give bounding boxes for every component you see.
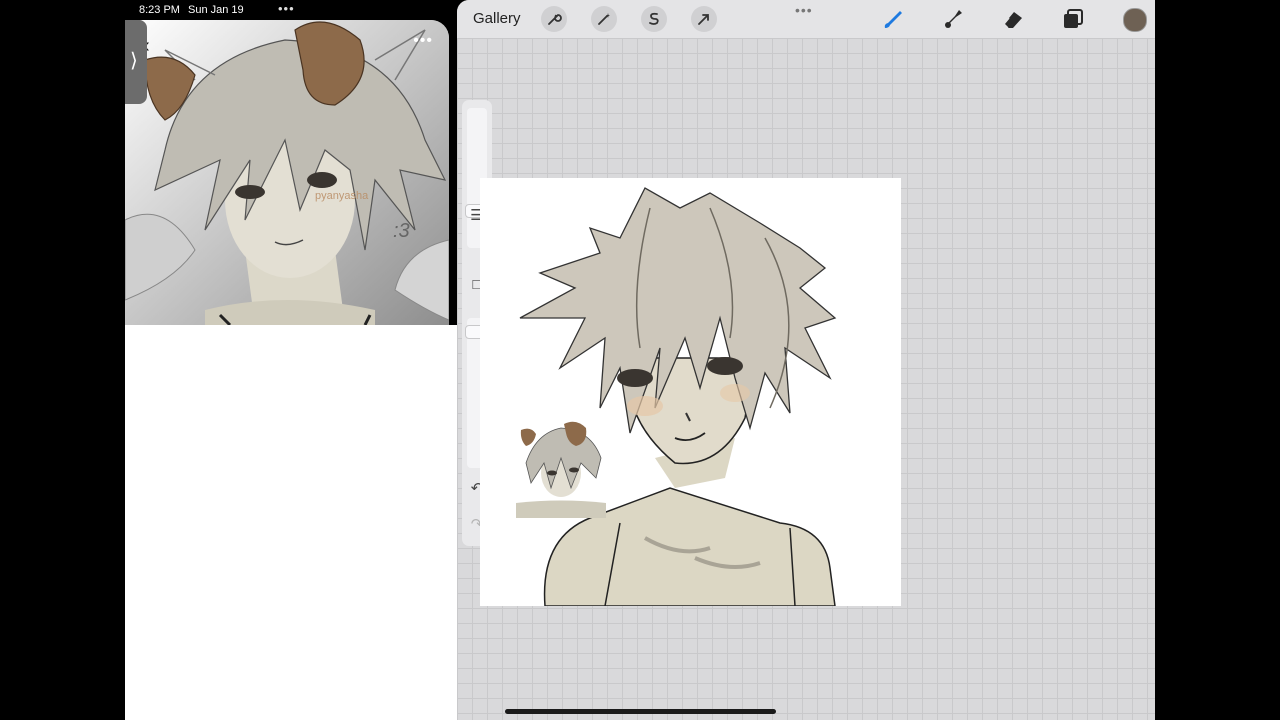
smudge-icon [945,10,962,28]
brush-icon [884,11,902,28]
eraser-button[interactable] [999,5,1027,33]
color-picker-button[interactable] [1123,8,1147,32]
transform-button[interactable] [691,6,717,32]
gallery-button[interactable]: Gallery [473,10,521,27]
actions-button[interactable] [541,6,567,32]
reference-artwork [125,20,449,325]
reference-image-window[interactable]: ‹ ••• pyanyasha :3 [125,20,449,325]
chevron-right-icon: ⟩ [130,50,138,72]
face-emoticon-text: :3 [393,220,410,242]
artist-watermark: pyanyasha [315,190,369,202]
ipad-screen: 8:23 PM Sun Jan 19 ••• ••• pyanyasha:3 … [0,0,1280,720]
top-toolbar: Gallery ••• [457,0,1155,38]
layers-icon [1064,9,1083,28]
selection-icon [649,12,659,25]
reference-thumbnail-art [516,418,606,518]
layers-button[interactable] [1059,5,1087,33]
split-divider[interactable] [449,0,457,325]
toolbar-dots[interactable]: ••• [795,2,813,18]
brush-button[interactable] [879,5,907,33]
smudge-button[interactable] [939,5,967,33]
home-indicator[interactable] [505,709,776,714]
status-date: Sun Jan 19 [188,4,244,16]
slideover-handle-tab[interactable]: ⟩ [125,20,147,104]
reference-thumbnail[interactable] [516,418,606,518]
selection-button[interactable] [641,6,667,32]
more-options-button[interactable]: ••• [413,32,433,50]
eraser-icon [1002,12,1022,29]
sketch-artwork [519,187,837,606]
magic-wand-icon [598,13,610,25]
blank-panel [125,325,466,720]
adjustments-button[interactable] [591,6,617,32]
drawing-canvas[interactable] [480,178,901,606]
transform-arrow-icon [698,14,709,25]
status-time: 8:23 PM [139,4,180,16]
procreate-app: Gallery ••• ☰ □ ↶ ↷ [457,0,1155,720]
wrench-icon [548,14,562,25]
multitask-dots[interactable]: ••• [278,1,295,16]
